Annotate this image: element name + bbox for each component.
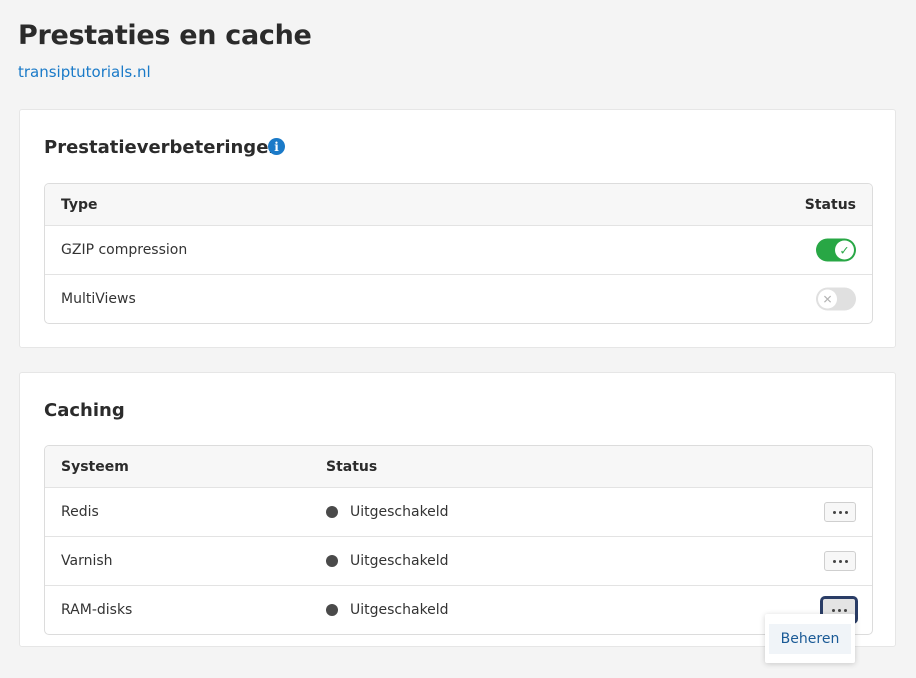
- row-label: GZIP compression: [61, 242, 188, 258]
- status-dot-icon: [326, 604, 338, 616]
- check-icon: ✓: [835, 240, 854, 260]
- domain-link[interactable]: transiptutorials.nl: [18, 63, 151, 81]
- table-header: Systeem Status: [45, 446, 872, 487]
- performance-table: Type Status GZIP compression ✓ MultiView…: [44, 183, 873, 324]
- caching-table: Systeem Status Redis Uitgeschakeld Varni…: [44, 445, 873, 635]
- column-status: Status: [804, 196, 856, 213]
- caching-card: Caching Systeem Status Redis Uitgeschake…: [19, 372, 896, 647]
- more-options-button[interactable]: [824, 551, 856, 571]
- status-dot-icon: [326, 506, 338, 518]
- table-row-multiviews: MultiViews ✕: [45, 274, 872, 323]
- table-row-ramdisks: RAM-disks Uitgeschakeld: [45, 585, 872, 634]
- info-icon[interactable]: i: [268, 138, 285, 155]
- manage-menu-item[interactable]: Beheren: [769, 624, 851, 654]
- status-text: Uitgeschakeld: [350, 504, 449, 520]
- status-indicator: Uitgeschakeld: [326, 504, 449, 520]
- page-title: Prestaties en cache: [18, 20, 312, 51]
- table-row-varnish: Varnish Uitgeschakeld: [45, 536, 872, 585]
- system-name: RAM-disks: [61, 602, 133, 618]
- options-dropdown: Beheren: [765, 614, 855, 663]
- table-header: Type Status: [45, 184, 872, 225]
- status-indicator: Uitgeschakeld: [326, 553, 449, 569]
- status-indicator: Uitgeschakeld: [326, 602, 449, 618]
- system-name: Varnish: [61, 553, 113, 569]
- multiviews-toggle[interactable]: ✕: [816, 287, 856, 311]
- status-text: Uitgeschakeld: [350, 602, 449, 618]
- table-row-gzip: GZIP compression ✓: [45, 225, 872, 274]
- column-type: Type: [61, 196, 98, 213]
- more-options-button[interactable]: [824, 502, 856, 522]
- performance-card: Prestatieverbeteringen i Type Status GZI…: [19, 109, 896, 348]
- gzip-toggle[interactable]: ✓: [816, 238, 856, 262]
- close-icon: ✕: [818, 289, 837, 309]
- status-text: Uitgeschakeld: [350, 553, 449, 569]
- row-label: MultiViews: [61, 291, 136, 307]
- system-name: Redis: [61, 504, 99, 520]
- column-system: Systeem: [61, 458, 129, 475]
- column-status: Status: [326, 458, 378, 475]
- table-row-redis: Redis Uitgeschakeld: [45, 487, 872, 536]
- status-dot-icon: [326, 555, 338, 567]
- caching-title: Caching: [44, 400, 125, 421]
- performance-title: Prestatieverbeteringen: [44, 137, 282, 158]
